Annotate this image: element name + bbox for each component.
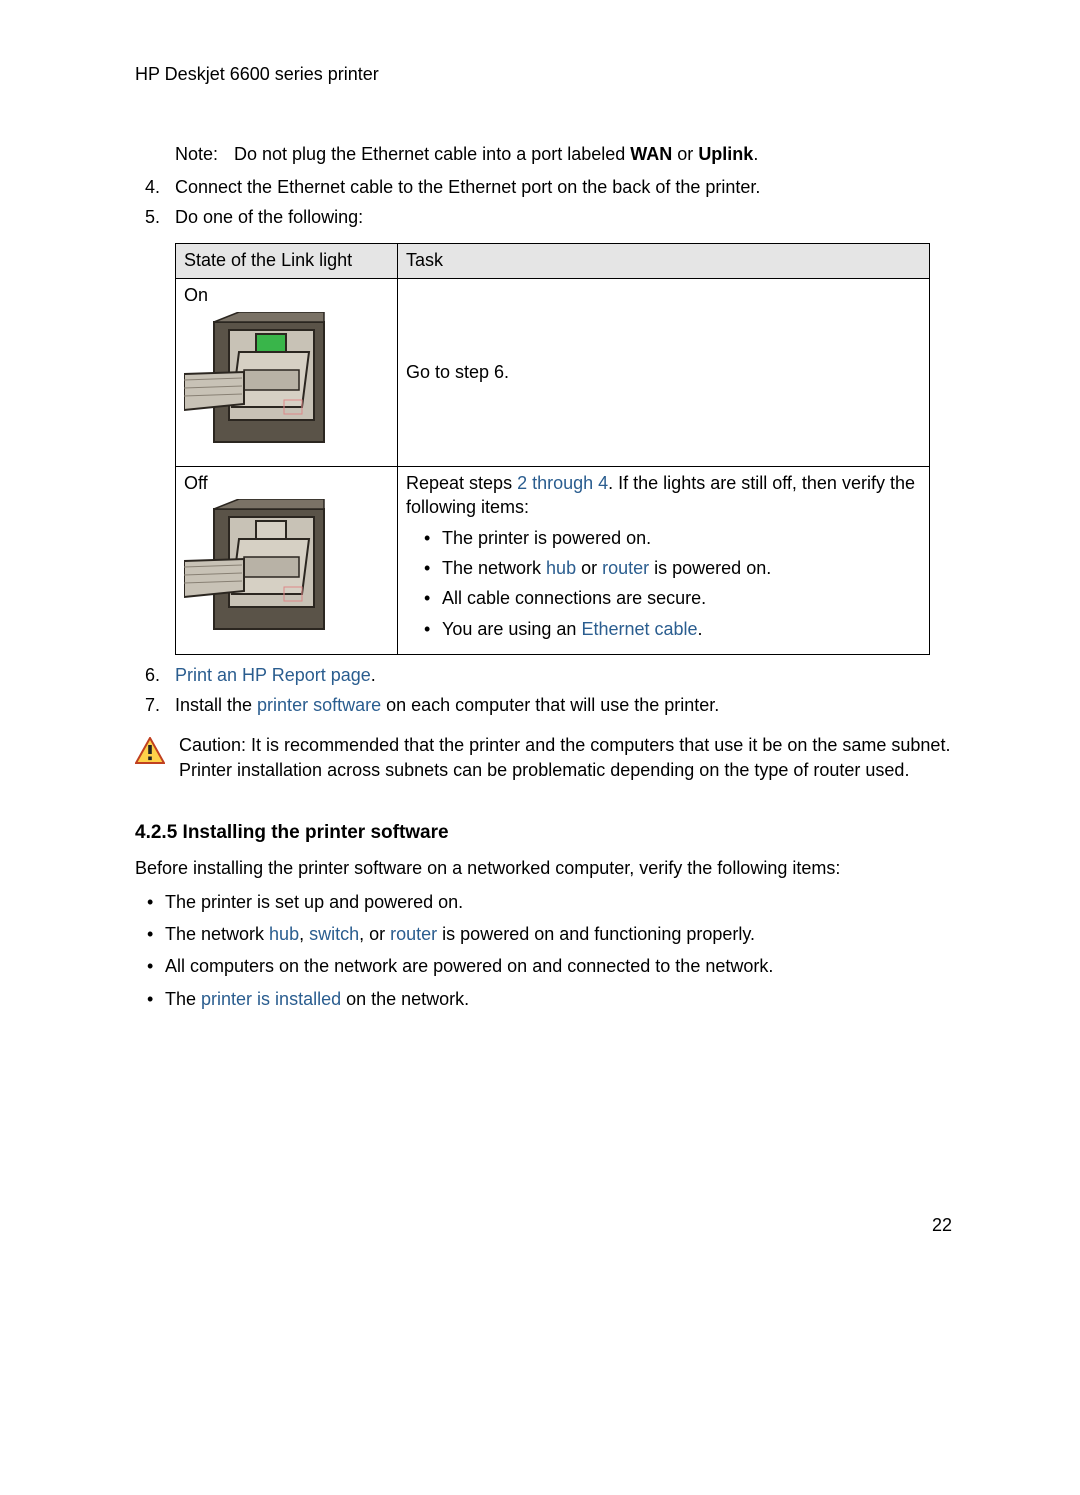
text: on the network.	[341, 989, 469, 1009]
cell-state-off: Off	[176, 467, 398, 655]
link-ethernet-cable[interactable]: Ethernet cable	[581, 619, 697, 639]
cell-task-on: Go to step 6.	[398, 279, 930, 467]
link-light-table: State of the Link light Task On	[175, 243, 930, 654]
caution-text: Caution: It is recommended that the prin…	[179, 733, 968, 782]
text: .	[698, 619, 703, 639]
step-6: 6. Print an HP Report page.	[145, 663, 968, 687]
link-hp-report-page[interactable]: Print an HP Report page	[175, 665, 371, 685]
text: The network	[442, 558, 546, 578]
state-label: On	[184, 283, 389, 307]
table-header-row: State of the Link light Task	[176, 244, 930, 279]
link-hub[interactable]: hub	[546, 558, 576, 578]
link-switch[interactable]: switch	[309, 924, 359, 944]
list-item: All cable connections are secure.	[424, 586, 921, 610]
step-text: Connect the Ethernet cable to the Ethern…	[175, 177, 760, 197]
step-text: Do one of the following:	[175, 207, 363, 227]
note-text-b: or	[672, 144, 698, 164]
text: is powered on and functioning properly.	[437, 924, 755, 944]
ethernet-port-off-figure	[184, 499, 389, 645]
link-steps-2-4[interactable]: 2 through 4	[517, 473, 608, 493]
note-text-a: Do not plug the Ethernet cable into a po…	[234, 144, 630, 164]
document-title: HP Deskjet 6600 series printer	[135, 62, 968, 86]
caution-label: Caution:	[179, 735, 251, 755]
note-uplink: Uplink	[698, 144, 753, 164]
task-off-a: Repeat steps	[406, 473, 517, 493]
verify-list: The printer is powered on. The network h…	[406, 526, 921, 641]
text: ,	[299, 924, 309, 944]
caution-icon	[135, 737, 167, 771]
step-number: 4.	[145, 175, 160, 199]
steps-list-continued: 6. Print an HP Report page. 7. Install t…	[145, 663, 968, 718]
link-printer-software[interactable]: printer software	[257, 695, 381, 715]
list-item: The network hub or router is powered on.	[424, 556, 921, 580]
step-number: 6.	[145, 663, 160, 687]
note-label: Note:	[175, 142, 229, 166]
caution-body: It is recommended that the printer and t…	[179, 735, 950, 779]
link-printer-is-installed[interactable]: printer is installed	[201, 989, 341, 1009]
table-row: Off Repeat steps 2 th	[176, 467, 930, 655]
link-hub[interactable]: hub	[269, 924, 299, 944]
note-period: .	[753, 144, 758, 164]
cell-task-off: Repeat steps 2 through 4. If the lights …	[398, 467, 930, 655]
section-heading: 4.2.5 Installing the printer software	[135, 820, 968, 846]
note-line: Note: Do not plug the Ethernet cable int…	[175, 142, 968, 166]
step-4: 4. Connect the Ethernet cable to the Eth…	[145, 175, 968, 199]
text: is powered on.	[649, 558, 771, 578]
state-label: Off	[184, 471, 389, 495]
link-router[interactable]: router	[390, 924, 437, 944]
text: You are using an	[442, 619, 581, 639]
table-row: On Go to step 6.	[176, 279, 930, 467]
text: on each computer that will use the print…	[381, 695, 719, 715]
text: Install the	[175, 695, 257, 715]
list-item: All computers on the network are powered…	[147, 954, 968, 978]
step-number: 5.	[145, 205, 160, 229]
step-7: 7. Install the printer software on each …	[145, 693, 968, 717]
verify-before-install-list: The printer is set up and powered on. Th…	[135, 890, 968, 1011]
header-state: State of the Link light	[176, 244, 398, 279]
page-number: 22	[932, 1213, 952, 1237]
text: or	[576, 558, 602, 578]
period: .	[371, 665, 376, 685]
list-item: The printer is set up and powered on.	[147, 890, 968, 914]
list-item: You are using an Ethernet cable.	[424, 617, 921, 641]
section-intro: Before installing the printer software o…	[135, 856, 968, 880]
list-item: The network hub, switch, or router is po…	[147, 922, 968, 946]
caution-block: Caution: It is recommended that the prin…	[135, 733, 968, 782]
text: The network	[165, 924, 269, 944]
note-wan: WAN	[630, 144, 672, 164]
step-number: 7.	[145, 693, 160, 717]
header-task: Task	[398, 244, 930, 279]
step-5: 5. Do one of the following:	[145, 205, 968, 229]
steps-list: 4. Connect the Ethernet cable to the Eth…	[145, 175, 968, 230]
text: , or	[359, 924, 390, 944]
ethernet-port-on-figure	[184, 312, 389, 458]
list-item: The printer is powered on.	[424, 526, 921, 550]
cell-state-on: On	[176, 279, 398, 467]
list-item: The printer is installed on the network.	[147, 987, 968, 1011]
text: The	[165, 989, 201, 1009]
link-router[interactable]: router	[602, 558, 649, 578]
document-page: HP Deskjet 6600 series printer Note: Do …	[0, 0, 1080, 1495]
